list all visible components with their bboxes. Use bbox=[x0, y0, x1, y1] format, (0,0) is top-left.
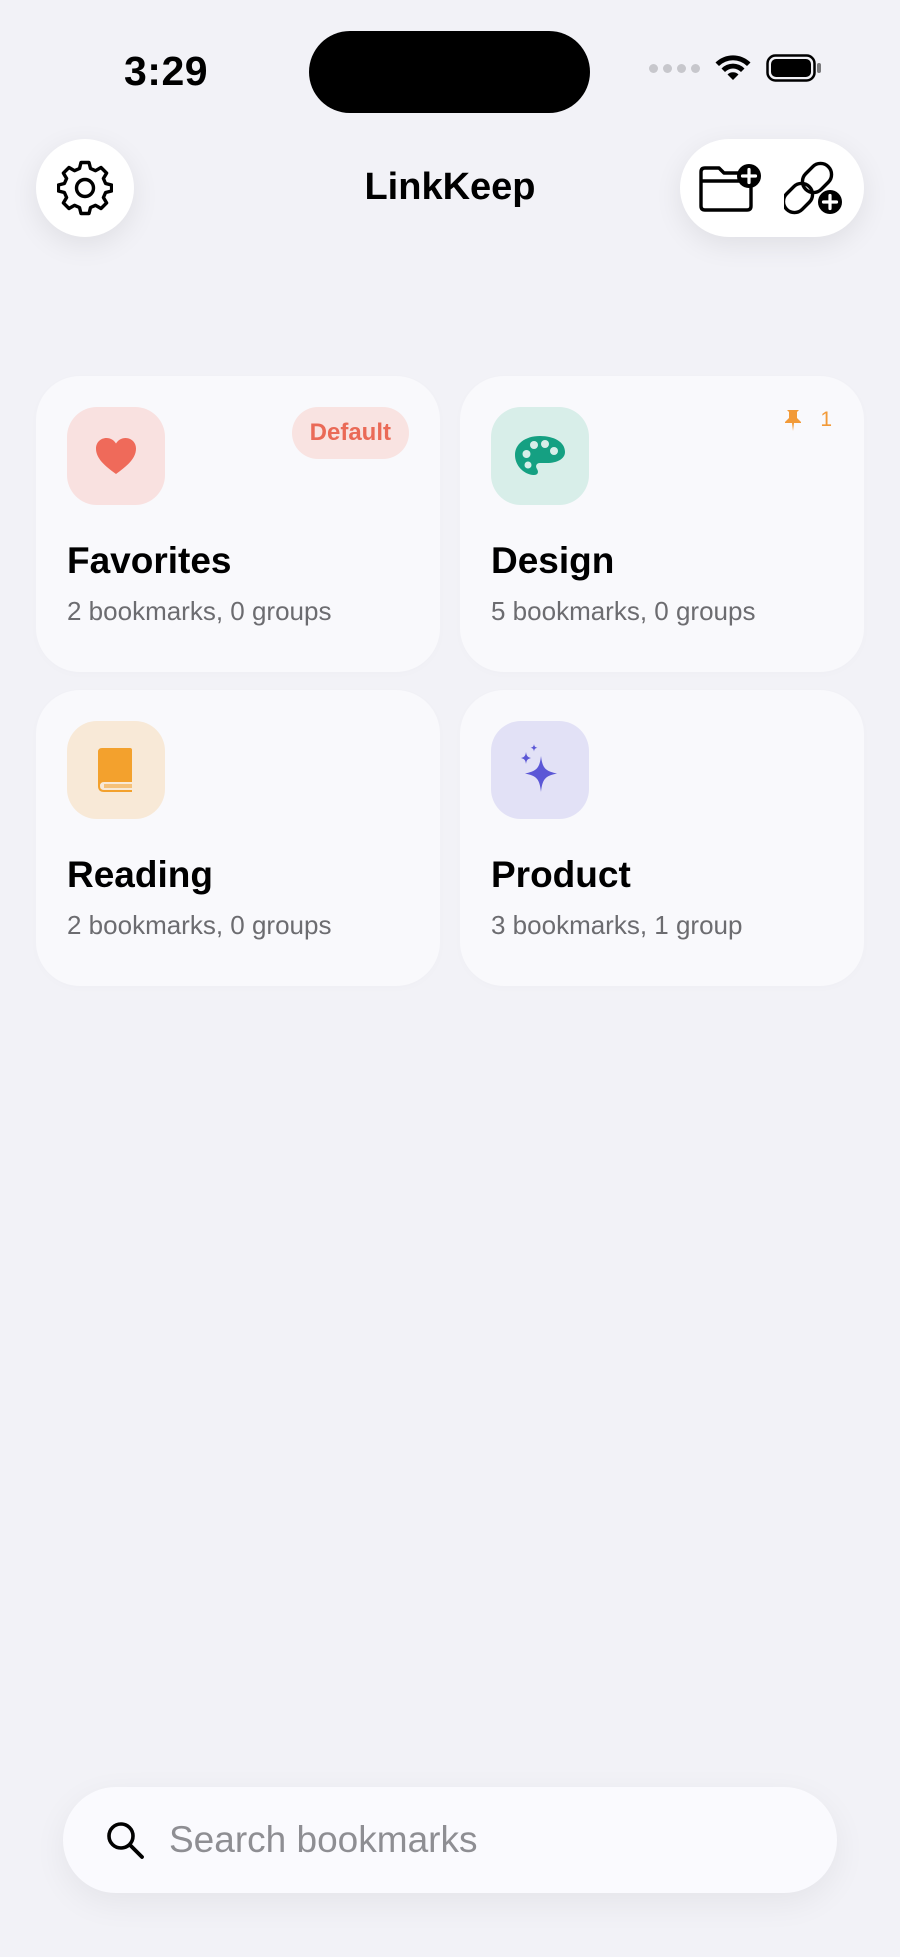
link-add-icon bbox=[784, 161, 842, 215]
cellular-signal-icon bbox=[649, 63, 700, 73]
status-time: 3:29 bbox=[124, 48, 209, 94]
collection-title: Product bbox=[491, 854, 631, 895]
battery-icon bbox=[766, 54, 821, 82]
collection-title: Favorites bbox=[67, 540, 232, 581]
sparkles-icon bbox=[521, 744, 557, 792]
collection-subtitle: 2 bookmarks, 0 groups bbox=[67, 596, 332, 626]
folder-add-icon bbox=[699, 164, 761, 212]
status-indicators bbox=[649, 54, 822, 82]
palette-icon bbox=[515, 436, 565, 476]
collections-grid: Default Favorites 2 bookmarks, 0 groups bbox=[36, 376, 864, 986]
book-icon bbox=[98, 748, 132, 792]
search-input[interactable] bbox=[167, 1818, 771, 1862]
home-screen: 3:29 LinkKeep Default Favorites 2 bookma… bbox=[0, 0, 900, 1957]
collection-icon-tile bbox=[491, 721, 589, 819]
search-bar[interactable] bbox=[63, 1787, 837, 1893]
dynamic-island bbox=[309, 31, 590, 113]
collection-card-design[interactable]: 1 Design 5 bookmarks, 0 groups bbox=[460, 376, 864, 672]
default-badge: Default bbox=[291, 407, 409, 459]
collection-card-product[interactable]: Product 3 bookmarks, 1 group bbox=[460, 690, 864, 986]
search-icon bbox=[107, 1822, 144, 1859]
collection-title: Reading bbox=[67, 854, 213, 895]
wifi-icon bbox=[715, 55, 751, 80]
new-collection-button[interactable] bbox=[691, 149, 769, 227]
collection-icon-tile bbox=[67, 407, 165, 505]
collection-subtitle: 5 bookmarks, 0 groups bbox=[491, 596, 756, 626]
collection-card-reading[interactable]: Reading 2 bookmarks, 0 groups bbox=[36, 690, 440, 986]
collection-subtitle: 2 bookmarks, 0 groups bbox=[67, 910, 332, 940]
collection-subtitle: 3 bookmarks, 1 group bbox=[491, 910, 743, 940]
add-link-button[interactable] bbox=[775, 149, 853, 227]
heart-icon bbox=[96, 438, 136, 474]
pin-icon bbox=[785, 410, 802, 431]
pinned-count: 1 bbox=[820, 408, 832, 431]
pinned-badge: 1 bbox=[784, 408, 832, 432]
collection-card-favorites[interactable]: Default Favorites 2 bookmarks, 0 groups bbox=[36, 376, 440, 672]
collection-title: Design bbox=[491, 540, 615, 581]
collection-icon-tile bbox=[491, 407, 589, 505]
header-actions bbox=[680, 139, 864, 237]
collection-icon-tile bbox=[67, 721, 165, 819]
